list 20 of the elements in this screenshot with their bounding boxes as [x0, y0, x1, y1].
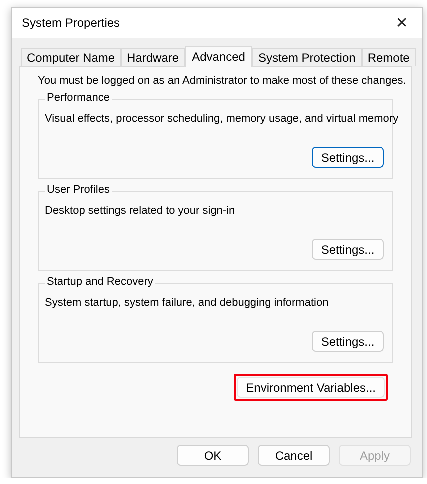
group-description: Desktop settings related to your sign-in	[45, 205, 236, 217]
tab[interactable]: System Protection	[252, 48, 362, 66]
tab[interactable]: Computer Name	[21, 48, 122, 66]
dialog-button[interactable]: Cancel	[258, 445, 330, 466]
settings-button[interactable]: Settings...	[312, 239, 384, 260]
dialog-button[interactable]: OK	[177, 445, 249, 466]
settings-button[interactable]: Settings...	[312, 147, 384, 168]
group-label: Performance	[45, 92, 112, 104]
tab[interactable]: Advanced	[185, 46, 252, 67]
group-label: Startup and Recovery	[45, 276, 156, 288]
notice-text: You must be logged on as an Administrator to make most of these changes.	[37, 75, 406, 87]
group-description: System startup, system failure, and debugging information	[45, 297, 329, 309]
environment-variables-button[interactable]: Environment Variables...	[237, 377, 385, 398]
group-description: Visual effects, processor scheduling, memory usage, and virtual memory	[45, 113, 399, 125]
settings-button[interactable]: Settings...	[312, 331, 384, 352]
close-button[interactable]: ✕	[382, 8, 422, 38]
tab[interactable]: Hardware	[121, 48, 186, 66]
tab[interactable]: Remote	[362, 48, 416, 66]
group-label: User Profiles	[45, 184, 112, 196]
window-title: System Properties	[22, 16, 120, 30]
